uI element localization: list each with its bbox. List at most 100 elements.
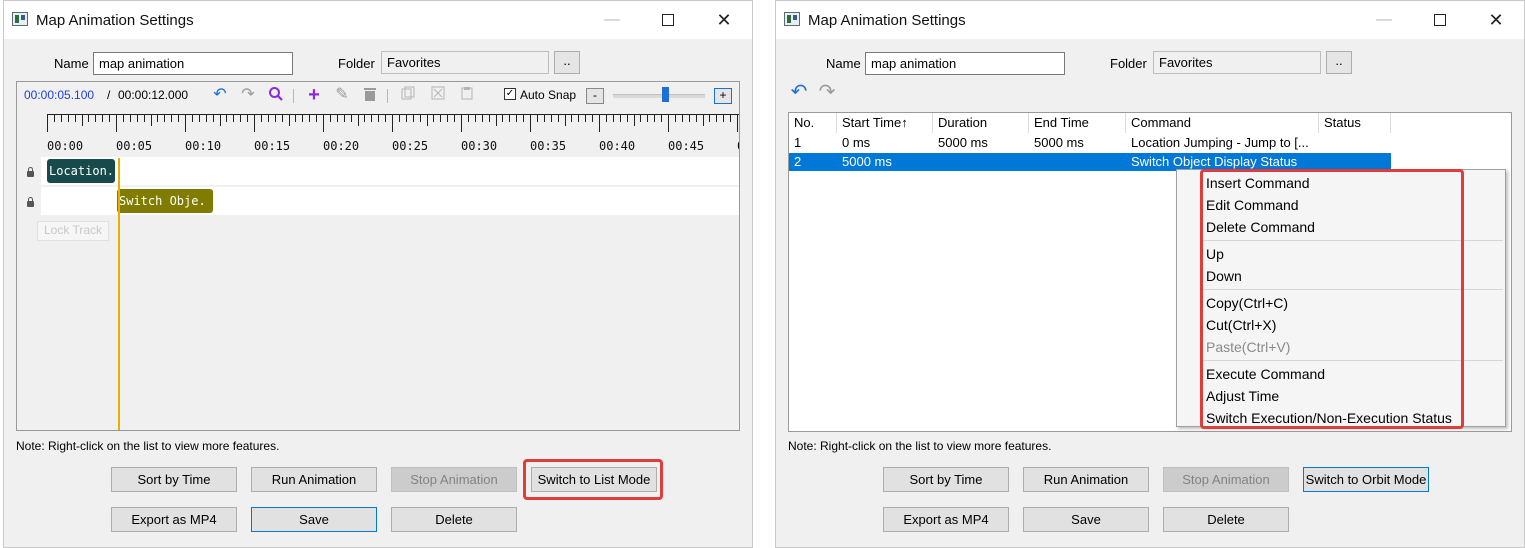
menu-separator: [1202, 289, 1503, 290]
ruler-label: 00:30: [461, 139, 498, 153]
stop-animation-button[interactable]: Stop Animation: [1163, 467, 1289, 492]
clip-location[interactable]: Location.: [47, 159, 115, 183]
auto-snap-checkbox[interactable]: ✓: [504, 88, 516, 100]
menu-item-cut[interactable]: Cut(Ctrl+X): [1206, 317, 1276, 333]
menu-item-edit-command[interactable]: Edit Command: [1206, 197, 1299, 213]
delete-button[interactable]: Delete: [1163, 507, 1289, 532]
cell-command: Location Jumping - Jump to [...: [1131, 135, 1309, 150]
ruler-minor-tick: [302, 114, 304, 122]
ruler-minor-tick: [398, 114, 400, 122]
folder-field[interactable]: Favorites: [381, 51, 549, 74]
ruler-minor-tick: [647, 114, 649, 122]
ruler-minor-tick: [723, 114, 725, 122]
copy-icon[interactable]: [399, 86, 417, 104]
minimize-icon[interactable]: —: [600, 9, 624, 31]
ruler-minor-tick: [309, 114, 311, 122]
maximize-icon[interactable]: [1428, 9, 1452, 31]
menu-separator: [1202, 240, 1503, 241]
clip-switch-object[interactable]: Switch Obje.: [117, 189, 213, 213]
menu-item-delete-command[interactable]: Delete Command: [1206, 219, 1315, 235]
column-header-start-time[interactable]: Start Time↑: [837, 113, 933, 133]
ruler-minor-tick: [702, 114, 704, 126]
menu-item-insert-command[interactable]: Insert Command: [1206, 175, 1309, 191]
lock-icon[interactable]: [27, 197, 34, 207]
column-header-no[interactable]: No.: [789, 113, 837, 133]
ruler-label: 00:35: [530, 139, 567, 153]
redo-icon[interactable]: ↷: [239, 86, 257, 104]
export-mp4-button[interactable]: Export as MP4: [111, 507, 237, 532]
ruler-minor-tick: [150, 114, 152, 126]
zoom-icon[interactable]: [267, 86, 285, 104]
ruler-minor-tick: [681, 114, 683, 122]
name-input[interactable]: map animation: [865, 52, 1065, 75]
edit-icon[interactable]: ✎: [333, 86, 351, 104]
delete-button[interactable]: Delete: [391, 507, 517, 532]
table-row[interactable]: 1 0 ms 5000 ms 5000 ms Location Jumping …: [789, 134, 1391, 152]
menu-item-paste[interactable]: Paste(Ctrl+V): [1206, 339, 1290, 355]
ruler-minor-tick: [295, 114, 297, 122]
close-icon[interactable]: ✕: [1484, 9, 1508, 31]
lock-track-tooltip: Lock Track: [37, 221, 109, 241]
ruler-minor-tick: [274, 114, 276, 122]
paste-icon[interactable]: [458, 86, 476, 104]
column-header-command[interactable]: Command: [1126, 113, 1319, 133]
track-row-2[interactable]: Switch Obje.: [41, 187, 739, 215]
folder-field[interactable]: Favorites: [1153, 51, 1321, 74]
column-header-duration[interactable]: Duration: [933, 113, 1029, 133]
undo-icon[interactable]: ↶: [790, 82, 808, 102]
undo-icon[interactable]: ↶: [211, 86, 229, 104]
stop-animation-button[interactable]: Stop Animation: [391, 467, 517, 492]
map-animation-window-list: Map Animation Settings — ✕ Name map anim…: [775, 0, 1525, 548]
ruler-minor-tick: [316, 114, 318, 122]
map-animation-window-timeline: Map Animation Settings — ✕ Name map anim…: [3, 0, 753, 548]
column-header-end-time[interactable]: End Time: [1029, 113, 1126, 133]
sort-by-time-button[interactable]: Sort by Time: [883, 467, 1009, 492]
ruler-minor-tick: [440, 114, 442, 122]
ruler-minor-tick: [578, 114, 580, 122]
add-icon[interactable]: +: [305, 85, 323, 105]
menu-item-copy[interactable]: Copy(Ctrl+C): [1206, 295, 1288, 311]
ruler-minor-tick: [260, 114, 262, 122]
switch-to-orbit-mode-button[interactable]: Switch to Orbit Mode: [1303, 467, 1429, 492]
ruler-minor-tick: [405, 114, 407, 122]
cut-icon[interactable]: [429, 86, 447, 104]
redo-icon[interactable]: ↷: [818, 82, 836, 102]
ruler-minor-tick: [481, 114, 483, 122]
menu-separator: [1202, 360, 1503, 361]
track-row-1[interactable]: Location.: [41, 157, 739, 185]
zoom-out-button[interactable]: -: [586, 88, 604, 104]
minimize-icon[interactable]: —: [1372, 9, 1396, 31]
menu-item-down[interactable]: Down: [1206, 268, 1242, 284]
column-header-status[interactable]: Status: [1319, 113, 1391, 133]
time-ruler[interactable]: 00:00 00:05 00:10 00:15 00:20 00:25 00:30 00:35…: [47, 114, 739, 154]
playhead[interactable]: [118, 158, 120, 430]
ruler-minor-tick: [143, 114, 145, 122]
ruler-minor-tick: [240, 114, 242, 122]
run-animation-button[interactable]: Run Animation: [251, 467, 377, 492]
save-button[interactable]: Save: [1023, 507, 1149, 532]
zoom-slider-track[interactable]: [613, 94, 705, 98]
ruler-minor-tick: [226, 114, 228, 122]
save-button[interactable]: Save: [251, 507, 377, 532]
browse-folder-button[interactable]: ..: [554, 51, 580, 74]
switch-to-list-mode-button[interactable]: Switch to List Mode: [531, 467, 657, 492]
sort-by-time-button[interactable]: Sort by Time: [111, 467, 237, 492]
menu-item-execute-command[interactable]: Execute Command: [1206, 366, 1325, 382]
export-mp4-button[interactable]: Export as MP4: [883, 507, 1009, 532]
lock-icon[interactable]: [27, 167, 34, 177]
ruler-minor-tick: [364, 114, 366, 122]
run-animation-button[interactable]: Run Animation: [1023, 467, 1149, 492]
zoom-in-button[interactable]: +: [714, 88, 732, 104]
menu-item-switch-execution-status[interactable]: Switch Execution/Non-Execution Status: [1206, 410, 1452, 426]
menu-item-adjust-time[interactable]: Adjust Time: [1206, 388, 1279, 404]
ruler-label: 00:45: [668, 139, 705, 153]
browse-folder-button[interactable]: ..: [1326, 51, 1352, 74]
name-input[interactable]: map animation: [93, 52, 293, 75]
menu-item-up[interactable]: Up: [1206, 246, 1224, 262]
close-icon[interactable]: ✕: [712, 9, 736, 31]
ruler-minor-tick: [516, 114, 518, 122]
ruler-minor-tick: [281, 114, 283, 122]
maximize-icon[interactable]: [656, 9, 680, 31]
delete-icon[interactable]: [361, 86, 379, 104]
zoom-slider-thumb[interactable]: [662, 87, 669, 102]
